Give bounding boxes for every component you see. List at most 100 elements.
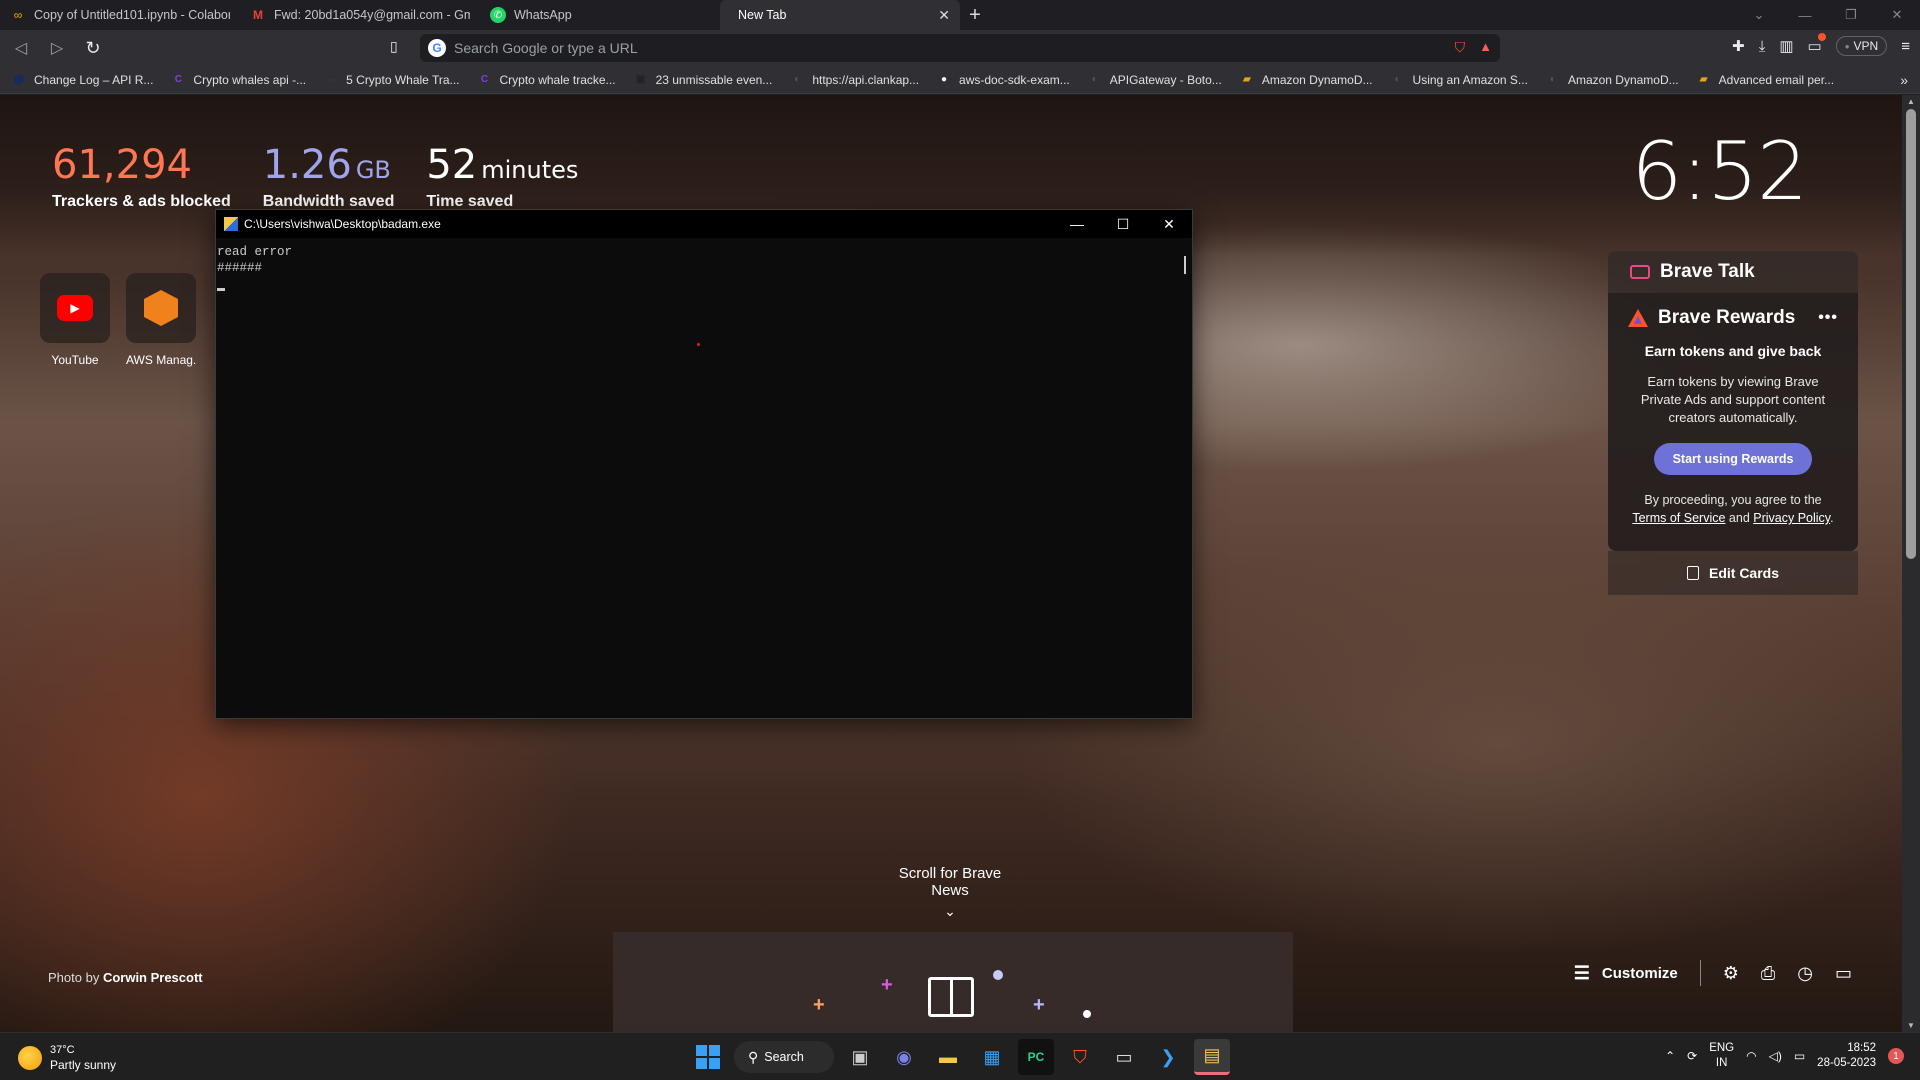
forward-button[interactable]: ▷ — [42, 38, 72, 58]
pycharm-icon[interactable]: PC — [1018, 1039, 1054, 1075]
bookmark-item[interactable]: C Crypto whales api -... — [171, 73, 306, 87]
vscode-icon[interactable]: ❯ — [1150, 1039, 1186, 1075]
bookmark-label: Crypto whales api -... — [193, 72, 307, 87]
bookmark-item[interactable]: ▣ 23 unmissable even... — [634, 73, 772, 87]
rewards-description: Earn tokens by viewing Brave Private Ads… — [1640, 374, 1826, 425]
tab-colab[interactable]: ∞ Copy of Untitled101.ipynb - Colaborat — [0, 0, 240, 30]
address-bar[interactable]: G ⛉ ▲ — [420, 34, 1500, 62]
bookmark-label: 5 Crypto Whale Tra... — [346, 72, 460, 87]
brave-talk-card[interactable]: Brave Talk — [1608, 251, 1858, 293]
bookmark-item[interactable]: ◐ Using an Amazon S... — [1391, 73, 1528, 87]
bookmark-item[interactable]: ▬ 5 Crypto Whale Tra... — [324, 73, 459, 87]
text-cursor — [217, 288, 225, 291]
console-output[interactable]: read error ###### — [216, 238, 1192, 302]
wifi-icon[interactable]: ◠ — [1746, 1049, 1756, 1063]
customize-button[interactable]: ☰ Customize — [1574, 963, 1678, 984]
more-options-icon[interactable]: ••• — [1818, 309, 1838, 327]
notification-badge[interactable]: 1 — [1888, 1048, 1904, 1064]
tab-whatsapp[interactable]: ✆ WhatsApp — [480, 0, 720, 30]
bookmark-item[interactable]: ◐ https://api.clankap... — [790, 73, 919, 87]
bookmark-label: Crypto whale tracke... — [499, 72, 616, 87]
start-rewards-button[interactable]: Start using Rewards — [1654, 443, 1812, 475]
console-titlebar[interactable]: C:\Users\vishwa\Desktop\badam.exe — [216, 210, 1192, 238]
restore-button[interactable]: ❐ — [1828, 7, 1874, 23]
photo-credit-author[interactable]: Corwin Prescott — [103, 970, 203, 985]
settings-icon[interactable]: ⚙ — [1723, 963, 1739, 984]
brave-rewards-icon[interactable]: ▲ — [1479, 39, 1492, 56]
close-window-button[interactable]: ✕ — [1874, 7, 1920, 23]
bandwidth-value: 1.26 — [262, 142, 352, 188]
top-site-youtube[interactable]: ▶ YouTube — [40, 273, 110, 367]
store-icon[interactable]: ▦ — [974, 1039, 1010, 1075]
bookmark-item[interactable]: ● aws-doc-sdk-exam... — [937, 73, 1070, 87]
bookmark-icon[interactable]: ▯ — [390, 38, 398, 55]
brave-shields-icon[interactable]: ⛉ — [1455, 39, 1466, 56]
console-scrollbar[interactable] — [1184, 256, 1186, 274]
volume-icon[interactable]: ◁) — [1769, 1049, 1782, 1063]
brave-talk-icon[interactable]: ▭ — [1835, 963, 1852, 984]
sync-icon[interactable]: ⟳ — [1687, 1049, 1697, 1063]
console-window[interactable]: C:\Users\vishwa\Desktop\badam.exe — ☐ ✕ … — [215, 209, 1193, 719]
bookmark-label: Amazon DynamoD... — [1567, 72, 1679, 87]
chevron-up-icon[interactable]: ⌃ — [1665, 1049, 1675, 1063]
date-time[interactable]: 18:52 28-05-2023 — [1817, 1041, 1876, 1071]
bookmarks-overflow-icon[interactable]: » — [1900, 72, 1908, 88]
page-scrollbar[interactable]: ▲ ▼ — [1902, 95, 1920, 1032]
edit-cards-button[interactable]: Edit Cards — [1608, 551, 1858, 595]
start-button[interactable] — [690, 1039, 726, 1075]
close-tab-icon[interactable]: ✕ — [928, 7, 950, 24]
bookmarks-icon[interactable]: ⎙ — [1761, 963, 1775, 984]
trackers-label: Trackers & ads blocked — [52, 193, 231, 210]
bookmark-item[interactable]: C Crypto whale tracke... — [478, 73, 616, 87]
console-minimize-button[interactable]: — — [1054, 210, 1100, 238]
menu-icon[interactable]: ≡ — [1901, 38, 1910, 55]
window-controls: ⌄ — ❐ ✕ — [1736, 0, 1920, 30]
scroll-for-news[interactable]: Scroll for Brave News ⌄ — [880, 865, 1020, 920]
scroll-down-arrow[interactable]: ▼ — [1902, 1021, 1920, 1030]
photo-credit: Photo by Corwin Prescott — [48, 970, 203, 985]
bookmark-item[interactable]: ▰ Amazon DynamoD... — [1240, 73, 1373, 87]
console-close-button[interactable]: ✕ — [1146, 210, 1192, 238]
taskbar-search[interactable]: ⚲ Search — [734, 1041, 834, 1073]
new-tab-button[interactable]: + — [960, 4, 990, 27]
bookmark-item[interactable]: ▰ Advanced email per... — [1697, 73, 1834, 87]
vpn-button[interactable]: VPN — [1835, 36, 1888, 56]
console-maximize-button[interactable]: ☐ — [1100, 210, 1146, 238]
bookmark-item[interactable]: ◐ Amazon DynamoD... — [1546, 73, 1679, 87]
legal-and: and — [1725, 511, 1754, 525]
reload-button[interactable]: ↻ — [78, 38, 108, 59]
weather-widget[interactable]: 37°C Partly sunny — [18, 1043, 116, 1073]
tab-gmail[interactable]: M Fwd: 20bd1a054y@gmail.com - Gma — [240, 0, 480, 30]
bookmarks-bar: ⬤ Change Log – API R... C Crypto whales api… — [0, 66, 1920, 94]
sidebar-icon[interactable]: ▥ — [1779, 37, 1793, 55]
tab-search-icon[interactable]: ⌄ — [1736, 7, 1782, 23]
badam-exe-icon[interactable]: ▤ — [1194, 1039, 1230, 1075]
extensions-icon[interactable]: ✚ — [1732, 37, 1745, 55]
lang-primary: ENG — [1709, 1042, 1735, 1054]
scroll-up-arrow[interactable]: ▲ — [1902, 97, 1920, 106]
colab-icon: ∞ — [13, 8, 23, 22]
wallet-icon[interactable]: ▭ — [1808, 33, 1826, 55]
downloads-icon[interactable]: ⤓ — [1759, 38, 1766, 55]
battery-icon[interactable]: ▭ — [1794, 1049, 1805, 1063]
language-indicator[interactable]: ENG IN — [1709, 1041, 1734, 1071]
top-site-aws[interactable]: AWS Manag... — [126, 273, 196, 367]
app-icon — [224, 217, 238, 231]
terms-link[interactable]: Terms of Service — [1632, 511, 1725, 525]
bookmark-item[interactable]: ◐ APIGateway - Boto... — [1088, 73, 1222, 87]
bookmark-favicon-icon: ◐ — [794, 74, 801, 85]
brave-browser-icon[interactable]: ⛉ — [1062, 1039, 1098, 1075]
privacy-link[interactable]: Privacy Policy — [1753, 511, 1830, 525]
tab-new-tab[interactable]: New Tab ✕ — [720, 0, 960, 30]
address-input[interactable] — [454, 40, 1354, 56]
back-button[interactable]: ◁ — [6, 38, 36, 58]
scrollbar-thumb[interactable] — [1906, 109, 1916, 559]
minimize-button[interactable]: — — [1782, 8, 1828, 23]
bookmark-item[interactable]: ⬤ Change Log – API R... — [12, 73, 153, 87]
tab-title: Copy of Untitled101.ipynb - Colaborat — [34, 8, 230, 22]
file-explorer-icon[interactable]: ▬ — [930, 1039, 966, 1075]
teams-chat-icon[interactable]: ◉ — [886, 1039, 922, 1075]
history-icon[interactable]: ◷ — [1797, 963, 1813, 984]
task-view-icon[interactable]: ▣ — [842, 1039, 878, 1075]
terminal-icon[interactable]: ▭ — [1106, 1039, 1142, 1075]
